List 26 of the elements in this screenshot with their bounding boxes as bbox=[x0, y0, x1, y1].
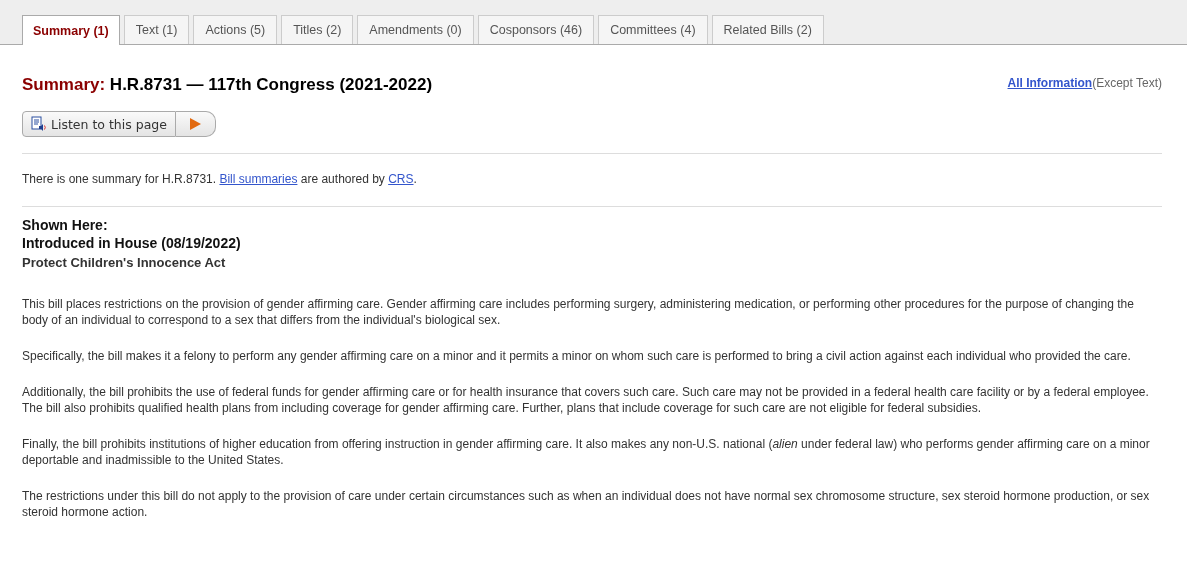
tab[interactable]: Committees (4) bbox=[598, 15, 708, 44]
page-heading: Summary: H.R.8731 — 117th Congress (2021-2022) bbox=[22, 75, 433, 95]
tab[interactable]: Related Bills (2) bbox=[711, 15, 824, 44]
tab[interactable]: Text (1) bbox=[123, 15, 190, 44]
listen-button[interactable]: Listen to this page bbox=[22, 111, 176, 137]
summary-link[interactable]: Bill summaries bbox=[219, 172, 298, 186]
bill-version: Introduced in House (08/19/2022) bbox=[22, 235, 242, 251]
tab[interactable]: Amendments (0) bbox=[357, 15, 474, 44]
summary-paragraph: Specifically, the bill makes it a felony to perform any gender affirming care on a minor and it permits a minor on whom such care is performed to bring a civil action against each individual who provided the care. bbox=[22, 348, 1132, 364]
tab[interactable]: Titles (2) bbox=[281, 15, 354, 44]
summary-paragraph: Additionally, the bill prohibits the use of federal funds for gender affirming care or for health insurance that covers such care. Such care may not be provided in a federal health care facility or by a federal employee. The bill also prohibits qualified health plans from including coverage for gender affirming care. Further, plans that include coverage for such care are not eligible for federal subsidies. bbox=[22, 384, 1150, 416]
tab[interactable]: Summary (1) bbox=[22, 15, 120, 45]
summary-paragraph: Finally, the bill prohibits institutions of higher education from offering instruction in gender affirming care. It also makes any non-U.S. national (alien under federal law) who performs gender affirming care on a minor deportable and inadmissible to the United States. bbox=[22, 436, 1151, 468]
tab[interactable]: Actions (5) bbox=[193, 15, 278, 44]
summary-note: There is one summary for H.R.8731. Bill summaries are authored by CRS. bbox=[22, 172, 418, 186]
summary-link[interactable]: CRS bbox=[388, 172, 414, 186]
all-information-link[interactable]: All Information bbox=[1007, 76, 1093, 90]
speaker-document-icon bbox=[31, 116, 47, 132]
play-button[interactable] bbox=[175, 111, 216, 137]
summary-paragraph: This bill places restrictions on the provision of gender affirming care. Gender affirming care includes performing surgery, administering medication, or performing other procedures for the purpose of changing the body of an individual to correspond to a sex that differs from the individual's biological sex. bbox=[22, 296, 1135, 328]
except-text-note: (Except Text) bbox=[1092, 76, 1162, 90]
shown-here-label: Shown Here: bbox=[22, 217, 109, 233]
play-icon bbox=[189, 118, 202, 130]
summary-paragraph: The restrictions under this bill do not apply to the provision of care under certain circumstances such as when an individual does not have normal sex chromosome structure, sex steroid hormone production, or sex steroid hormone action. bbox=[22, 488, 1151, 520]
tab[interactable]: Cosponsors (46) bbox=[477, 15, 595, 44]
bill-title: Protect Children's Innocence Act bbox=[22, 255, 227, 270]
